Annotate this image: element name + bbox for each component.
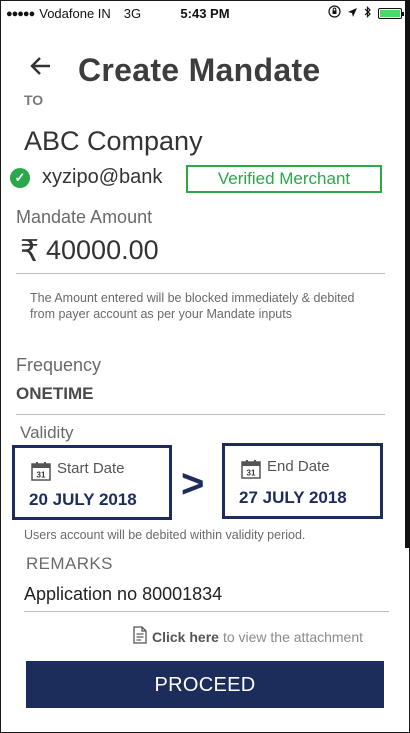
- calendar-day: 31: [247, 469, 256, 478]
- mandate-amount-label: Mandate Amount: [16, 207, 153, 227]
- back-arrow-icon[interactable]: [30, 54, 52, 82]
- rupee-symbol: ₹: [20, 235, 40, 268]
- bluetooth-icon: [364, 5, 372, 21]
- location-arrow-icon: [347, 6, 358, 21]
- attachment-link-suffix: to view the attachment: [222, 628, 364, 645]
- start-date-label: Start Date: [57, 460, 125, 477]
- frequency-value[interactable]: ONETIME: [16, 384, 93, 404]
- battery-icon: [378, 7, 404, 19]
- amount-underline: [16, 273, 385, 274]
- amount-note: The Amount entered will be blocked immed…: [30, 291, 355, 321]
- verified-check-icon: ✓: [10, 168, 30, 188]
- payee-vpa: xyzipo@bank: [42, 166, 163, 188]
- start-date-box[interactable]: 31 Start Date 20 JULY 2018: [12, 445, 172, 520]
- attachment-link-text[interactable]: Click here: [152, 629, 219, 645]
- page-title: Create Mandate: [78, 52, 321, 88]
- validity-label: Validity: [20, 423, 74, 442]
- proceed-button[interactable]: PROCEED: [26, 661, 384, 708]
- remarks-value[interactable]: Application no 80001834: [24, 584, 222, 605]
- frequency-label: Frequency: [16, 355, 102, 375]
- document-icon: [132, 626, 148, 647]
- calendar-day: 31: [37, 471, 46, 480]
- verified-merchant-badge: Verified Merchant: [186, 165, 382, 193]
- rotation-lock-icon: [328, 5, 341, 21]
- validity-note: Users account will be debited within val…: [24, 528, 306, 542]
- mandate-amount-value[interactable]: 40000.00: [46, 235, 159, 266]
- status-right: [328, 5, 404, 21]
- calendar-icon: 31: [241, 459, 261, 484]
- payee-name: ABC Company: [24, 126, 203, 156]
- end-date-box[interactable]: 31 End Date 27 JULY 2018: [222, 443, 383, 519]
- date-range-separator: >: [181, 462, 205, 506]
- scrollbar[interactable]: [405, 0, 410, 548]
- status-bar: ●●●●● Vodafone IN 3G 5:43 PM: [0, 0, 410, 26]
- end-date-value: 27 JULY 2018: [239, 488, 347, 507]
- to-label: TO: [24, 92, 44, 108]
- remarks-label: REMARKS: [26, 554, 113, 573]
- frequency-underline: [16, 414, 385, 415]
- remarks-underline: [24, 611, 389, 612]
- calendar-icon: 31: [31, 461, 51, 486]
- end-date-label: End Date: [267, 458, 330, 475]
- attachment-link[interactable]: Click here to view the attachment: [132, 626, 363, 647]
- start-date-value: 20 JULY 2018: [29, 490, 137, 509]
